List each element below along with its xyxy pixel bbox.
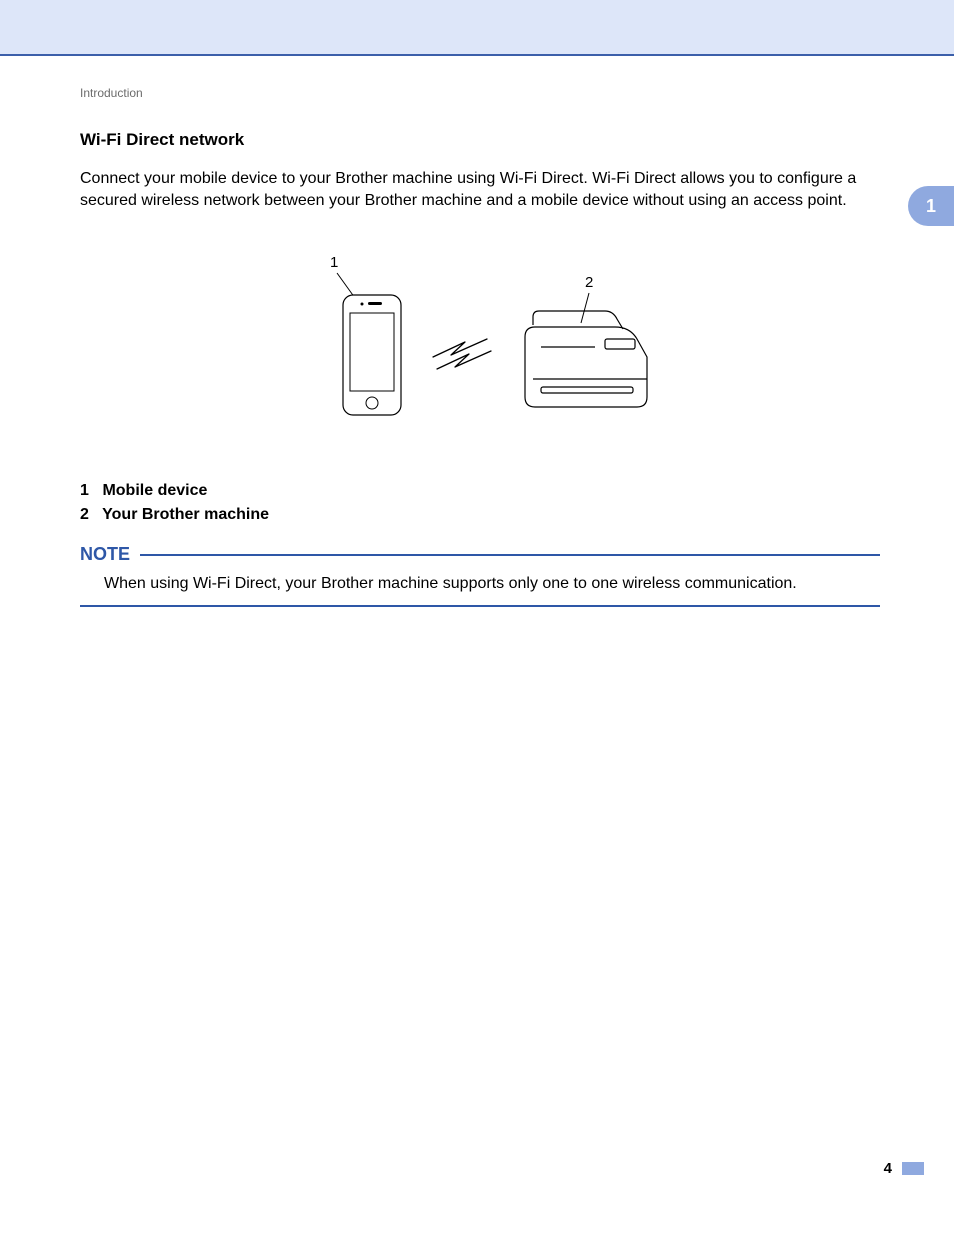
mobile-device-icon (343, 295, 401, 415)
page-tick-icon (902, 1162, 924, 1175)
page-footer: 4 (884, 1160, 924, 1177)
legend-item-2: 2 Your Brother machine (80, 506, 880, 524)
legend-text: Mobile device (102, 482, 207, 499)
note-block: NOTE When using Wi-Fi Direct, your Broth… (80, 544, 880, 607)
breadcrumb: Introduction (80, 86, 143, 100)
intro-paragraph: Connect your mobile device to your Broth… (80, 168, 880, 211)
chapter-tab: 1 (908, 186, 954, 226)
main-content: Wi-Fi Direct network Connect your mobile… (80, 130, 880, 607)
figure-legend: 1 Mobile device 2 Your Brother machine (80, 482, 880, 524)
legend-num: 1 (80, 482, 98, 500)
wireless-icon (433, 339, 491, 369)
legend-text: Your Brother machine (102, 506, 269, 523)
note-heading: NOTE (80, 544, 130, 565)
figure-wifi-direct: 1 2 (80, 247, 880, 452)
legend-num: 2 (80, 506, 98, 524)
note-body: When using Wi-Fi Direct, your Brother ma… (80, 565, 880, 605)
header-band (0, 0, 954, 56)
note-rule-top (140, 554, 880, 556)
figure-label-1: 1 (330, 254, 338, 271)
note-rule-bottom (80, 605, 880, 607)
figure-label-2: 2 (585, 274, 593, 291)
page-number: 4 (884, 1160, 892, 1177)
printer-icon (525, 311, 647, 407)
section-title: Wi-Fi Direct network (80, 130, 880, 150)
legend-item-1: 1 Mobile device (80, 482, 880, 500)
chapter-number: 1 (926, 196, 936, 217)
